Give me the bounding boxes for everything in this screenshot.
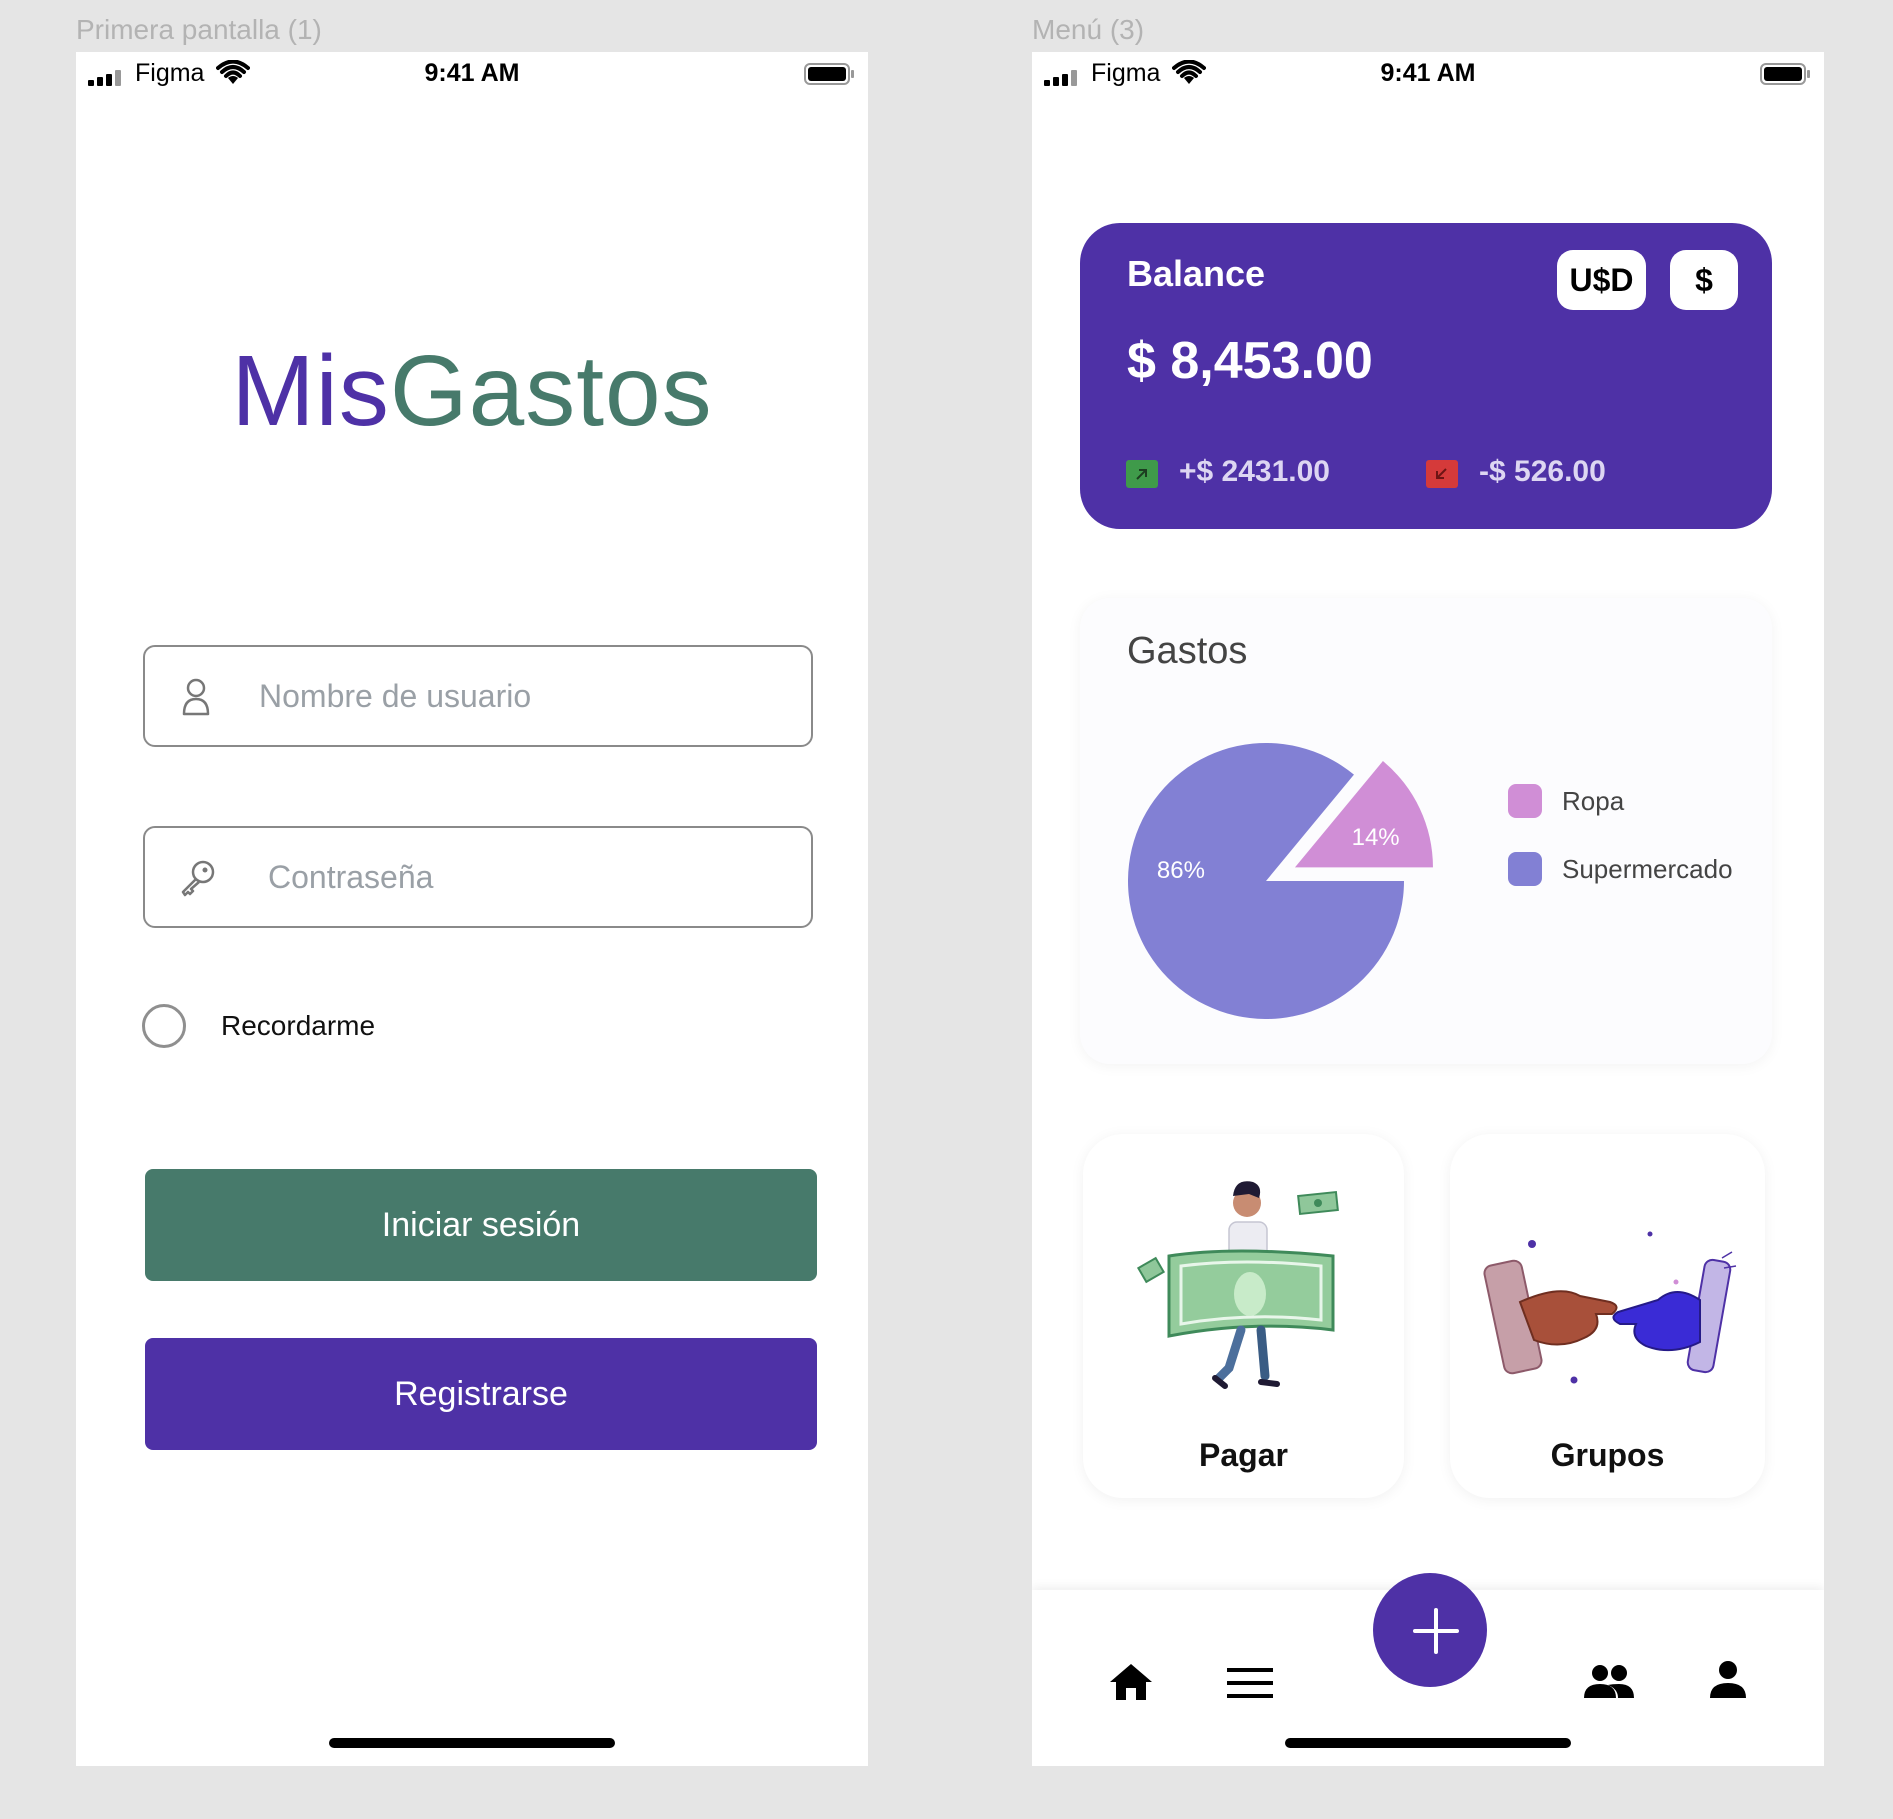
gastos-card: Gastos 14% 86% Ropa Supermercado	[1080, 598, 1772, 1064]
pay-illustration	[1136, 1181, 1339, 1389]
legend-swatch-supermercado	[1508, 852, 1542, 886]
expense-value: -$ 526.00	[1479, 455, 1606, 488]
home-indicator	[329, 1738, 615, 1748]
remember-radio[interactable]	[142, 1004, 186, 1048]
register-button[interactable]: Registrarse	[145, 1338, 817, 1450]
key-icon	[181, 860, 215, 897]
expense-arrow-icon	[1426, 460, 1458, 488]
home-icon[interactable]	[1108, 1662, 1154, 1702]
groups-icon[interactable]	[1584, 1664, 1634, 1700]
app-logo: MisGastos	[76, 334, 868, 449]
expense-pie-chart: 14% 86%	[1128, 743, 1433, 1019]
balance-card: Balance $ 8,453.00 U$D $ +$ 2431.00 -$ 5…	[1080, 223, 1772, 529]
profile-icon[interactable]	[1709, 1660, 1747, 1700]
add-icon	[1413, 1608, 1459, 1654]
home-indicator	[1285, 1738, 1571, 1748]
logo-mis: Mis	[231, 335, 390, 447]
frame-label-login: Primera pantalla (1)	[76, 14, 322, 45]
income-value: +$ 2431.00	[1179, 455, 1330, 488]
balance-amount: $ 8,453.00	[1127, 332, 1373, 390]
groups-label: Grupos	[1550, 1437, 1665, 1473]
pie-label-ropa: 14%	[1352, 824, 1400, 851]
pay-tile[interactable]: Pagar	[1083, 1134, 1404, 1498]
status-bar: Figma 9:41 AM	[1032, 52, 1824, 96]
status-bar: Figma 9:41 AM	[76, 52, 868, 96]
battery-icon	[804, 63, 854, 85]
menu-screen: Figma 9:41 AM Balance $ 8,453.00 U$D $ +…	[1032, 52, 1824, 1766]
password-field[interactable]	[143, 826, 813, 928]
currency-usd-button[interactable]: U$D	[1557, 250, 1646, 310]
legend-item-ropa: Ropa	[1508, 784, 1624, 818]
pie-label-supermercado: 86%	[1157, 857, 1205, 884]
pay-label: Pagar	[1199, 1437, 1288, 1473]
remember-label: Recordarme	[221, 1010, 376, 1041]
login-button[interactable]: Iniciar sesión	[145, 1169, 817, 1281]
legend-label-ropa: Ropa	[1562, 785, 1625, 816]
legend-swatch-ropa	[1508, 784, 1542, 818]
login-screen: Figma 9:41 AM MisGastos Reco	[76, 52, 868, 1766]
battery-icon	[1760, 63, 1810, 85]
user-icon	[182, 678, 210, 716]
legend-item-supermercado: Supermercado	[1508, 852, 1733, 886]
frame-label-menu: Menú (3)	[1032, 14, 1145, 45]
username-field[interactable]	[143, 645, 813, 747]
logo-gastos: Gastos	[389, 335, 713, 447]
status-time: 9:41 AM	[424, 59, 520, 87]
income-arrow-icon	[1126, 460, 1158, 488]
status-time: 9:41 AM	[1380, 59, 1476, 87]
groups-tile[interactable]: Grupos	[1450, 1134, 1765, 1498]
legend-label-supermercado: Supermercado	[1562, 853, 1733, 884]
currency-local-button[interactable]: $	[1670, 250, 1738, 310]
username-input[interactable]	[257, 676, 781, 716]
balance-title: Balance	[1127, 253, 1266, 294]
password-input[interactable]	[266, 857, 790, 897]
groups-illustration	[1483, 1231, 1737, 1384]
add-button[interactable]	[1373, 1573, 1487, 1687]
menu-icon[interactable]	[1227, 1666, 1273, 1700]
